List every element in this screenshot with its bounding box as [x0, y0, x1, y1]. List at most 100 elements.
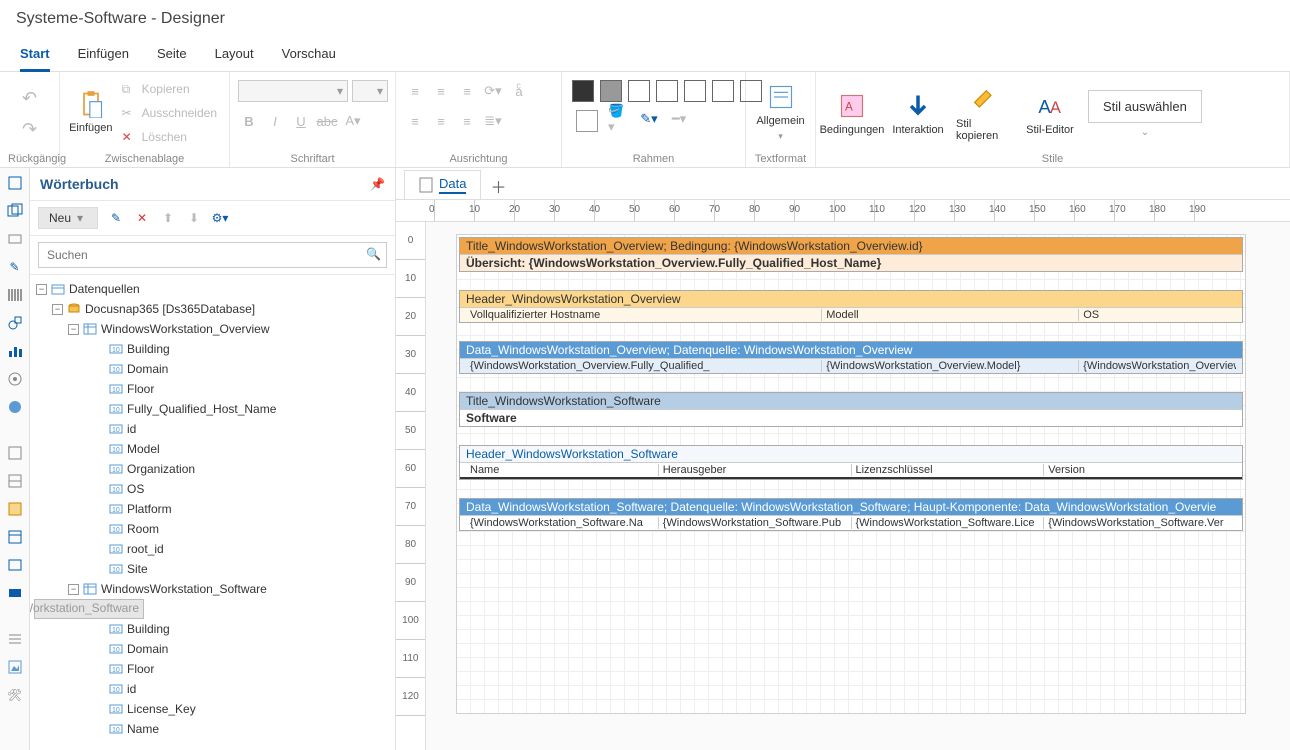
tree-field[interactable]: 10Building [34, 339, 391, 359]
tree-field[interactable]: 10Model [34, 439, 391, 459]
tree-field[interactable]: 10Name [34, 719, 391, 739]
tree-field[interactable]: 10Floor [34, 659, 391, 679]
border-fill-icon[interactable] [600, 80, 622, 102]
tree-db[interactable]: − Docusnap365 [Ds365Database] [34, 299, 391, 319]
tree-field[interactable]: 10id [34, 419, 391, 439]
bucket-icon[interactable]: 🪣▾ [608, 108, 630, 130]
strip-icon-g[interactable] [6, 630, 24, 648]
menu-tab-layout[interactable]: Layout [215, 46, 254, 71]
font-color-button[interactable]: A▾ [342, 110, 364, 132]
band-title-software[interactable]: Title_WindowsWorkstation_Software Softwa… [459, 392, 1243, 427]
tree-root[interactable]: − Datenquellen [34, 279, 391, 299]
clear-format-icon[interactable]: aͨ [508, 80, 530, 102]
pen-icon[interactable]: ✎▾ [638, 108, 660, 130]
interaction-button[interactable]: Interaktion [890, 78, 946, 150]
redo-icon[interactable]: ↷ [22, 119, 37, 140]
menu-tab-insert[interactable]: Einfügen [78, 46, 129, 71]
conditions-button[interactable]: A Bedingungen [824, 78, 880, 150]
tree-relation[interactable]: + WindowsWorkstation_Overview-WindowsWor… [34, 599, 144, 619]
strip-icon-f[interactable] [6, 584, 24, 602]
delete-button[interactable]: ✕Löschen [118, 126, 221, 148]
up-icon[interactable]: ⬆ [160, 210, 176, 226]
copy-style-button[interactable]: Stil kopieren [956, 78, 1012, 150]
band-data-overview[interactable]: Data_WindowsWorkstation_Overview; Datenq… [459, 341, 1243, 374]
strip-icon-c[interactable] [6, 500, 24, 518]
tree-field[interactable]: 10root_id [34, 539, 391, 559]
new-button[interactable]: Neu▾ [38, 207, 98, 229]
border-top-icon[interactable] [684, 80, 706, 102]
strip-icon-d[interactable] [6, 528, 24, 546]
strip-icon-e[interactable] [6, 556, 24, 574]
tree-field[interactable]: 10Fully_Qualified_Host_Name [34, 399, 391, 419]
border-none-icon[interactable] [628, 80, 650, 102]
tree-overview[interactable]: − WindowsWorkstation_Overview [34, 319, 391, 339]
strip-icon-globe[interactable] [6, 398, 24, 416]
search-icon[interactable]: 🔍 [366, 247, 381, 261]
rotate-icon[interactable]: ⟳▾ [482, 80, 504, 102]
tree-software[interactable]: − WindowsWorkstation_Software [34, 579, 391, 599]
border-all-icon[interactable] [572, 80, 594, 102]
font-family-select[interactable]: ▾ [238, 80, 348, 102]
tree-field[interactable]: 10Organization [34, 459, 391, 479]
band-header-overview[interactable]: Header_WindowsWorkstation_Overview Vollq… [459, 290, 1243, 323]
report-sheet[interactable]: Title_WindowsWorkstation_Overview; Bedin… [456, 234, 1246, 714]
select-style-button[interactable]: Stil auswählen [1088, 90, 1202, 123]
strip-icon-tools[interactable]: 🛠 [6, 686, 24, 704]
border-right-icon[interactable] [712, 80, 734, 102]
menu-tab-start[interactable]: Start [20, 46, 50, 72]
tree-field[interactable]: 10Domain [34, 359, 391, 379]
strike-button[interactable]: abc [316, 110, 338, 132]
datasource-tree[interactable]: − Datenquellen − Docusnap365 [Ds365Datab… [30, 275, 395, 750]
line-spacing-icon[interactable]: ≣▾ [482, 110, 504, 132]
bold-button[interactable]: B [238, 110, 260, 132]
strip-icon-target[interactable] [6, 370, 24, 388]
pin-icon[interactable]: 📌 [370, 177, 385, 191]
align-right-icon[interactable]: ≡ [456, 80, 478, 102]
band-data-software[interactable]: Data_WindowsWorkstation_Software; Datenq… [459, 498, 1243, 531]
italic-button[interactable]: I [264, 110, 286, 132]
tree-field[interactable]: 10Platform [34, 499, 391, 519]
undo-icon[interactable]: ↶ [22, 88, 37, 109]
strip-icon-1[interactable] [6, 174, 24, 192]
delete-icon[interactable]: ✕ [134, 210, 150, 226]
gear-icon[interactable]: ⚙▾ [212, 210, 228, 226]
align-center-icon[interactable]: ≡ [430, 80, 452, 102]
strip-icon-barcode[interactable] [6, 286, 24, 304]
copy-button[interactable]: ⧉Kopieren [118, 78, 221, 100]
tree-field[interactable]: 10Building [34, 619, 391, 639]
edit-icon[interactable]: ✎ [108, 210, 124, 226]
style-editor-button[interactable]: AA Stil-Editor [1022, 78, 1078, 150]
down-icon[interactable]: ⬇ [186, 210, 202, 226]
band-header-software[interactable]: Header_WindowsWorkstation_Software Name … [459, 445, 1243, 480]
menu-tab-preview[interactable]: Vorschau [282, 46, 336, 71]
textformat-button[interactable]: Allgemein ▾ [754, 76, 807, 148]
tree-field[interactable]: 10License_Key [34, 699, 391, 719]
strip-icon-2[interactable] [6, 202, 24, 220]
menu-tab-page[interactable]: Seite [157, 46, 187, 71]
underline-button[interactable]: U [290, 110, 312, 132]
valign-mid-icon[interactable]: ≡ [430, 110, 452, 132]
cut-button[interactable]: ✂Ausschneiden [118, 102, 221, 124]
tree-field[interactable]: 10Room [34, 519, 391, 539]
strip-icon-shape[interactable] [6, 314, 24, 332]
strip-icon-chart[interactable] [6, 342, 24, 360]
font-size-select[interactable]: ▾ [352, 80, 388, 102]
paste-button[interactable]: Einfügen [68, 76, 114, 148]
add-tab-button[interactable]: ＋ [485, 173, 511, 199]
strip-icon-a[interactable] [6, 444, 24, 462]
strip-icon-b[interactable] [6, 472, 24, 490]
band-title-overview[interactable]: Title_WindowsWorkstation_Overview; Bedin… [459, 237, 1243, 272]
border-left-icon[interactable] [656, 80, 678, 102]
tree-field[interactable]: 10Domain [34, 639, 391, 659]
valign-top-icon[interactable]: ≡ [404, 110, 426, 132]
strip-icon-4[interactable]: ✎ [6, 258, 24, 276]
doc-tab-data[interactable]: Data [404, 170, 481, 199]
tree-field[interactable]: 10OS [34, 479, 391, 499]
tree-field[interactable]: 10id [34, 679, 391, 699]
fill-color-icon[interactable] [576, 110, 598, 132]
tree-field[interactable]: 10Floor [34, 379, 391, 399]
align-left-icon[interactable]: ≡ [404, 80, 426, 102]
valign-bot-icon[interactable]: ≡ [456, 110, 478, 132]
line-style-icon[interactable]: ━▾ [668, 108, 690, 130]
search-input[interactable] [38, 242, 387, 268]
